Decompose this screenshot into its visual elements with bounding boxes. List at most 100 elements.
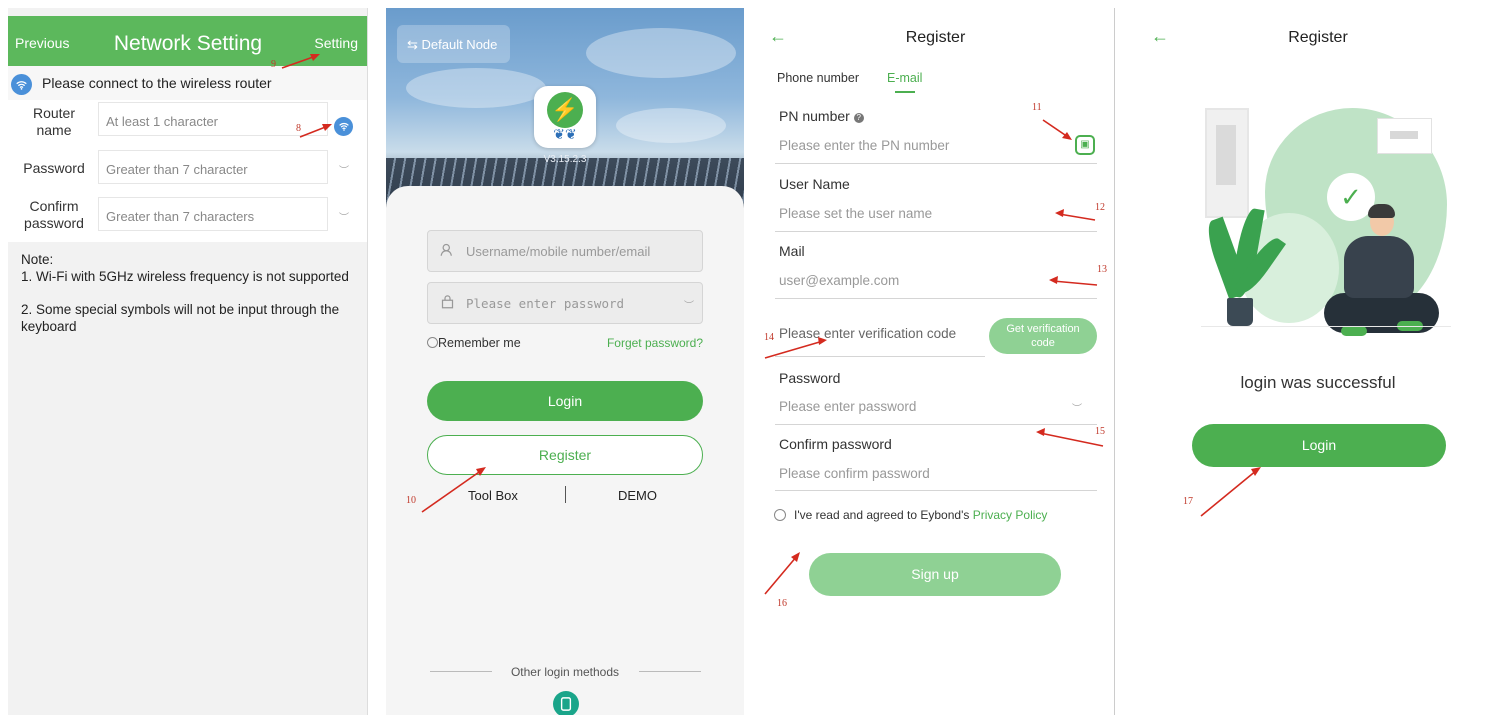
password-input[interactable]: Please enter password ︶: [427, 282, 703, 324]
user-icon: [440, 242, 455, 261]
note-section: Note: 1. Wi-Fi with 5GHz wireless freque…: [21, 251, 361, 351]
network-setting-screen: Previous Network Setting Setting Please …: [8, 8, 368, 715]
annotation-10: 10: [406, 495, 416, 506]
tab-email[interactable]: E-mail: [887, 71, 922, 85]
router-label-line-2: name: [36, 122, 72, 138]
verify-btn-line-2: code: [1031, 337, 1055, 349]
annotation-8: 8: [296, 123, 301, 134]
note-item-2: 2. Some special symbols will not be inpu…: [21, 302, 340, 334]
remember-me-label: Remember me: [438, 336, 521, 350]
pn-number-input[interactable]: Please enter the PN number: [779, 138, 949, 153]
privacy-policy-link[interactable]: Privacy Policy: [973, 508, 1048, 522]
person-illustration: [1341, 326, 1367, 336]
register-button[interactable]: Register: [427, 435, 703, 475]
eye-icon[interactable]: ︶: [684, 297, 694, 312]
username-label: User Name: [779, 176, 850, 192]
username-input[interactable]: Please set the user name: [779, 206, 932, 221]
page-title: Register: [1288, 29, 1348, 46]
annotation-15: 15: [1095, 426, 1105, 437]
app-version: V3.15.2.3: [543, 154, 587, 165]
pn-number-label: PN number ?: [779, 108, 864, 124]
router-label-line-1: Router: [32, 105, 76, 121]
verify-btn-line-1: Get verification: [1006, 323, 1080, 335]
lightning-icon: ⚡: [547, 92, 583, 128]
divider: [565, 486, 566, 503]
note-item-1: 1. Wi-Fi with 5GHz wireless frequency is…: [21, 269, 349, 284]
wifi-scan-button[interactable]: [334, 117, 353, 136]
remember-me-checkbox[interactable]: Remember me: [427, 336, 521, 350]
mail-input[interactable]: user@example.com: [779, 273, 899, 288]
confirm-password-input[interactable]: Greater than 7 characters: [98, 197, 328, 231]
eye-icon[interactable]: ︶: [339, 162, 349, 177]
annotation-17: 17: [1183, 496, 1193, 507]
annotation-13: 13: [1097, 264, 1107, 275]
wifi-form: Router name At least 1 character Passwor…: [8, 100, 367, 242]
connect-message: Please connect to the wireless router: [42, 75, 272, 91]
password-label: Password: [23, 160, 85, 176]
divider: [775, 298, 1097, 299]
confirm-password-label: Confirm password: [10, 198, 98, 232]
illustration-card: [1377, 118, 1432, 154]
login-button[interactable]: Login: [1192, 424, 1446, 467]
divider: [775, 424, 1097, 425]
toolbox-link[interactable]: Tool Box: [468, 488, 518, 503]
annotation-9: 9: [271, 59, 276, 70]
username-input[interactable]: Username/mobile number/email: [427, 230, 703, 272]
lock-icon: [440, 294, 455, 313]
phone-icon[interactable]: [553, 691, 579, 715]
illustration-card: [1205, 108, 1249, 218]
password-placeholder: Please enter password: [466, 296, 625, 311]
verification-code-input[interactable]: Please enter verification code: [779, 326, 956, 341]
annotation-14: 14: [764, 332, 774, 343]
router-name-label: Router name: [10, 105, 98, 139]
ground-line: [1201, 326, 1451, 327]
confirm-label-line-1: Confirm: [29, 198, 79, 214]
wifi-icon: [11, 74, 32, 95]
divider: [775, 231, 1097, 232]
setting-button[interactable]: Setting: [314, 35, 358, 51]
login-button[interactable]: Login: [427, 381, 703, 421]
pn-number-label-text: PN number: [779, 108, 850, 124]
get-verification-code-button[interactable]: Get verification code: [989, 318, 1097, 354]
eye-icon[interactable]: ︶: [339, 209, 349, 224]
person-illustration: [1344, 236, 1414, 298]
confirm-password-input[interactable]: Please confirm password: [779, 466, 930, 481]
annotation-16: 16: [777, 598, 787, 609]
success-message: login was successful: [1240, 373, 1396, 392]
note-title: Note:: [21, 252, 54, 267]
scan-icon[interactable]: ▣: [1075, 135, 1095, 155]
wings-icon: ❦❦: [553, 126, 577, 142]
divider: [775, 490, 1097, 491]
divider: [775, 163, 1097, 164]
app-logo: ⚡ ❦❦: [534, 86, 596, 148]
annotation-12: 12: [1095, 202, 1105, 213]
person-illustration: [1368, 204, 1395, 218]
password-input[interactable]: Greater than 7 character: [98, 150, 328, 184]
username-placeholder: Username/mobile number/email: [466, 244, 651, 259]
forgot-password-link[interactable]: Forget password?: [607, 336, 703, 350]
sign-up-button[interactable]: Sign up: [809, 553, 1061, 596]
confirm-label-line-2: password: [24, 215, 84, 231]
login-screen: ⇆ Default Node ⚡ ❦❦ V3.15.2.3 Username/m…: [386, 8, 744, 715]
agree-radio[interactable]: [774, 509, 786, 521]
privacy-agreement[interactable]: I've read and agreed to Eybond's Privacy…: [774, 508, 1047, 522]
register-success-screen: ← Register ✓ login was successful Login …: [1139, 8, 1496, 715]
router-name-input[interactable]: At least 1 character: [98, 102, 328, 136]
eye-icon[interactable]: ︶: [1072, 400, 1082, 415]
cloud: [406, 68, 546, 108]
default-node-button[interactable]: ⇆ Default Node: [397, 25, 510, 63]
password-input[interactable]: Please enter password: [779, 399, 916, 414]
tab-phone-number[interactable]: Phone number: [777, 71, 859, 85]
demo-link[interactable]: DEMO: [618, 488, 657, 503]
confirm-password-label: Confirm password: [779, 436, 892, 452]
page-title: Register: [905, 29, 966, 46]
password-label: Password: [779, 370, 841, 386]
radio-circle: [427, 337, 438, 348]
info-icon[interactable]: ?: [853, 113, 864, 123]
divider: [775, 356, 985, 357]
register-form-screen: ← Register Phone number E-mail PN number…: [757, 8, 1115, 715]
agree-text: I've read and agreed to Eybond's: [794, 508, 973, 522]
plant-pot: [1227, 298, 1253, 326]
active-tab-indicator: [895, 91, 915, 93]
cloud: [616, 108, 726, 143]
